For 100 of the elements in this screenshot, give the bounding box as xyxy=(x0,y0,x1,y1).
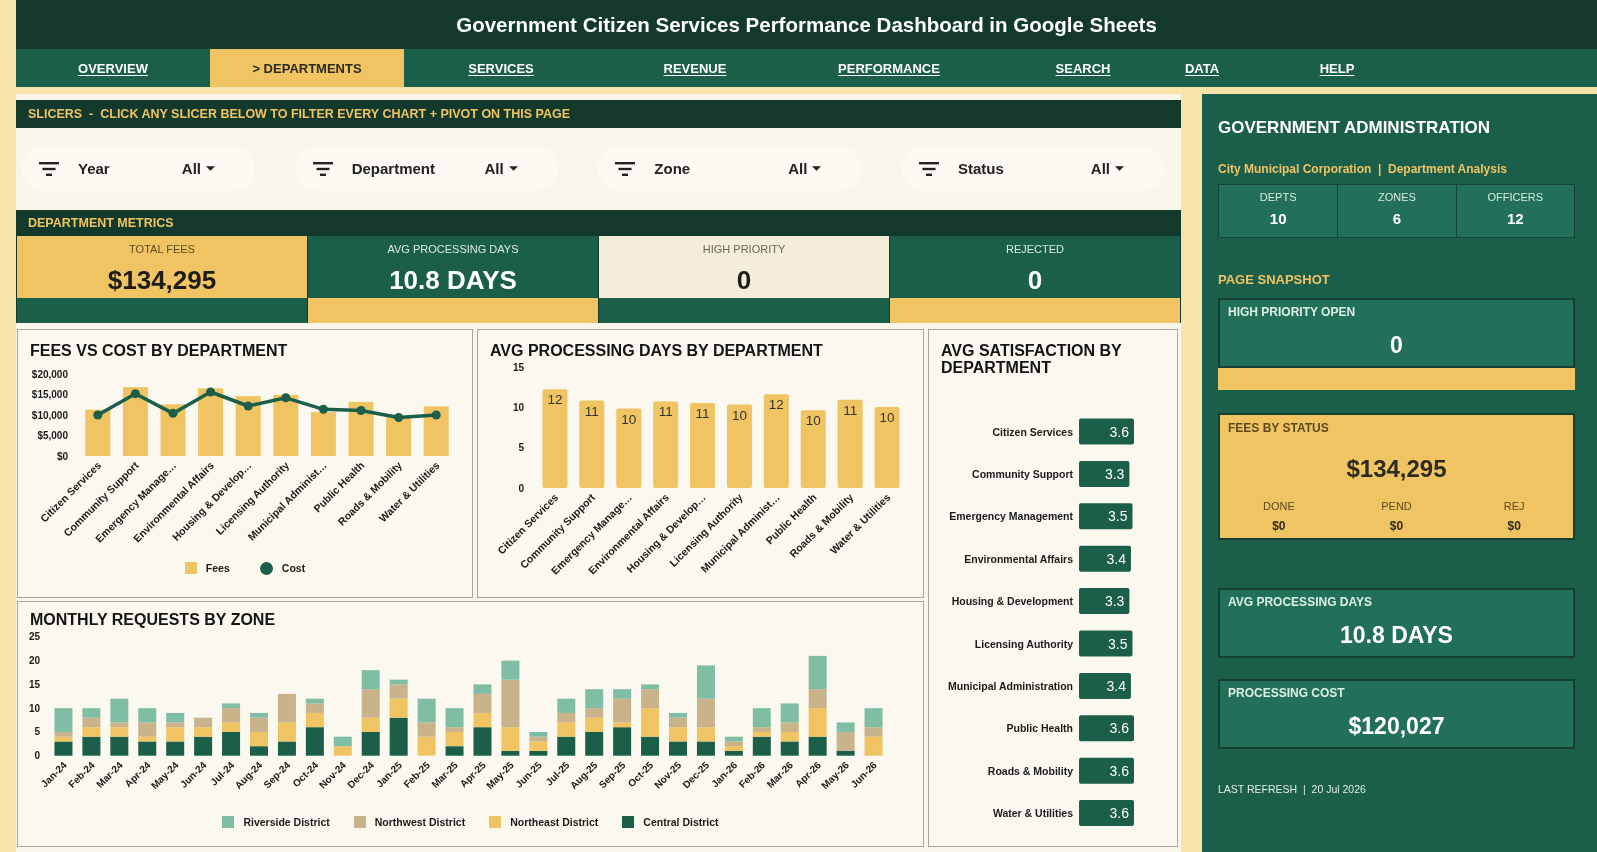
filter-icon xyxy=(39,161,59,176)
panel-subtitle: City Municipal Corporation | Department Analysis xyxy=(1218,162,1507,176)
data-label: 11 xyxy=(658,404,673,420)
request-bar-segment xyxy=(557,712,576,723)
request-bar-segment xyxy=(138,708,157,723)
cost-point xyxy=(394,412,404,422)
request-bar-segment xyxy=(696,741,715,756)
last-refresh-text: LAST REFRESH | 20 Jul 2026 xyxy=(1218,783,1366,796)
axis-label: $15,000 xyxy=(31,389,68,400)
stat-label: ZONES xyxy=(1378,191,1416,204)
data-label: 3.5 xyxy=(1108,635,1128,652)
request-bar-segment xyxy=(696,665,715,699)
nav-tab[interactable]: OVERVIEW xyxy=(16,49,210,87)
data-label: 3.5 xyxy=(1108,508,1128,525)
breakdown-value: $0 xyxy=(1272,519,1286,534)
satisfaction-bar xyxy=(1079,672,1131,699)
axis-label: 15 xyxy=(512,362,524,374)
fees-bar xyxy=(423,406,449,456)
slicer-chip[interactable]: Zone All xyxy=(598,146,862,191)
axis-label: $20,000 xyxy=(31,368,68,380)
fees-bar xyxy=(160,404,186,456)
stat-value: 10 xyxy=(1269,210,1287,228)
nav-tab[interactable]: > DEPARTMENTS xyxy=(210,49,404,87)
kpi-value: 0 xyxy=(1390,331,1403,359)
filter-icon xyxy=(615,161,636,176)
fees-bar xyxy=(122,387,148,456)
slicer-dropdown[interactable]: All xyxy=(788,160,822,177)
nav-tab[interactable]: DATA xyxy=(1180,49,1224,87)
axis-label: 5 xyxy=(518,442,524,454)
category-label: Licensing Authority xyxy=(974,637,1073,650)
section-title: PAGE SNAPSHOT xyxy=(1218,272,1330,288)
kpi-label: PROCESSING COST xyxy=(1228,686,1345,700)
nav-tab[interactable]: SEARCH xyxy=(986,49,1180,87)
kpi-value: $134,295 xyxy=(1346,455,1447,483)
satisfaction-bar xyxy=(1079,800,1134,827)
request-bar-segment xyxy=(780,731,799,742)
satisfaction-bar xyxy=(1079,545,1131,572)
data-label: 3.3 xyxy=(1104,593,1125,610)
axis-label: 0 xyxy=(518,482,524,494)
cost-point xyxy=(318,404,328,414)
metric-value: 0 xyxy=(1027,265,1043,295)
request-bar-segment xyxy=(557,698,576,713)
satisfaction-bar xyxy=(1079,503,1133,530)
nav-tab[interactable]: SERVICES xyxy=(404,49,598,87)
slicer-chip[interactable]: Status All xyxy=(901,146,1164,191)
category-label: Water & Utilities xyxy=(992,807,1073,820)
request-bar-segment xyxy=(333,746,352,756)
kpi-label: AVG PROCESSING DAYS xyxy=(1228,595,1373,609)
request-bar-segment xyxy=(669,741,687,756)
metric-label: HIGH PRIORITY xyxy=(702,243,786,256)
kpi-label: HIGH PRIORITY OPEN xyxy=(1228,305,1356,319)
request-bar-segment xyxy=(194,717,213,728)
kpi-value: 10.8 DAYS xyxy=(1340,621,1453,649)
slicer-label: Department xyxy=(351,160,435,177)
data-label: 3.6 xyxy=(1109,720,1129,737)
cost-point xyxy=(168,408,178,418)
fees-bar xyxy=(348,401,374,456)
nav-tab[interactable]: HELP xyxy=(1224,49,1450,87)
fees-bar xyxy=(198,388,224,456)
legend-label: Riverside District xyxy=(243,816,330,828)
nav-tab[interactable]: PERFORMANCE xyxy=(792,49,986,87)
data-label: 12 xyxy=(768,397,784,413)
axis-label: 20 xyxy=(28,655,40,667)
category-label: Community Support xyxy=(972,467,1073,480)
slicer-label: Status xyxy=(957,160,1004,177)
slicer-dropdown[interactable]: All xyxy=(181,160,215,177)
slicer-dropdown[interactable]: All xyxy=(1090,160,1124,177)
slicer-dropdown[interactable]: All xyxy=(484,160,518,177)
nav-tab[interactable]: REVENUE xyxy=(598,49,792,87)
slicer-chip[interactable]: Department All xyxy=(295,146,558,191)
cost-point xyxy=(130,389,140,399)
category-label: Housing & Development xyxy=(951,595,1073,608)
cost-point xyxy=(431,410,441,420)
satisfaction-bar xyxy=(1079,588,1130,615)
category-label: Roads & Mobility xyxy=(987,764,1073,777)
legend-label: Northeast District xyxy=(510,816,599,828)
axis-label: $5,000 xyxy=(37,430,68,441)
chart-title: AVG PROCESSING DAYS BY DEPARTMENT xyxy=(490,341,823,361)
filter-icon xyxy=(312,161,333,176)
metric-label: TOTAL FEES xyxy=(129,243,195,256)
legend-label: Central District xyxy=(643,816,719,828)
request-bar-segment xyxy=(82,717,101,728)
dashboard-title: Government Citizen Services Performance Dashboard in Google Sheets xyxy=(456,12,1157,37)
cost-point xyxy=(281,393,291,403)
axis-label: 25 xyxy=(28,631,40,643)
kpi-label: FEES BY STATUS xyxy=(1228,421,1329,435)
category-label: Emergency Management xyxy=(949,510,1073,523)
data-label: 10 xyxy=(621,411,637,427)
satisfaction-bar xyxy=(1079,757,1134,784)
caret-icon xyxy=(812,166,822,171)
breakdown-label: DONE xyxy=(1262,499,1295,513)
request-bar-segment xyxy=(417,736,436,756)
satisfaction-bar xyxy=(1079,418,1134,445)
cost-point xyxy=(356,406,366,415)
data-label: 11 xyxy=(584,403,599,419)
category-label: Public Health xyxy=(1006,722,1073,735)
slicer-chip[interactable]: Year All xyxy=(22,146,255,191)
satisfaction-bar xyxy=(1079,630,1133,657)
request-bar-segment xyxy=(277,741,296,756)
legend-label: Fees xyxy=(205,562,230,574)
